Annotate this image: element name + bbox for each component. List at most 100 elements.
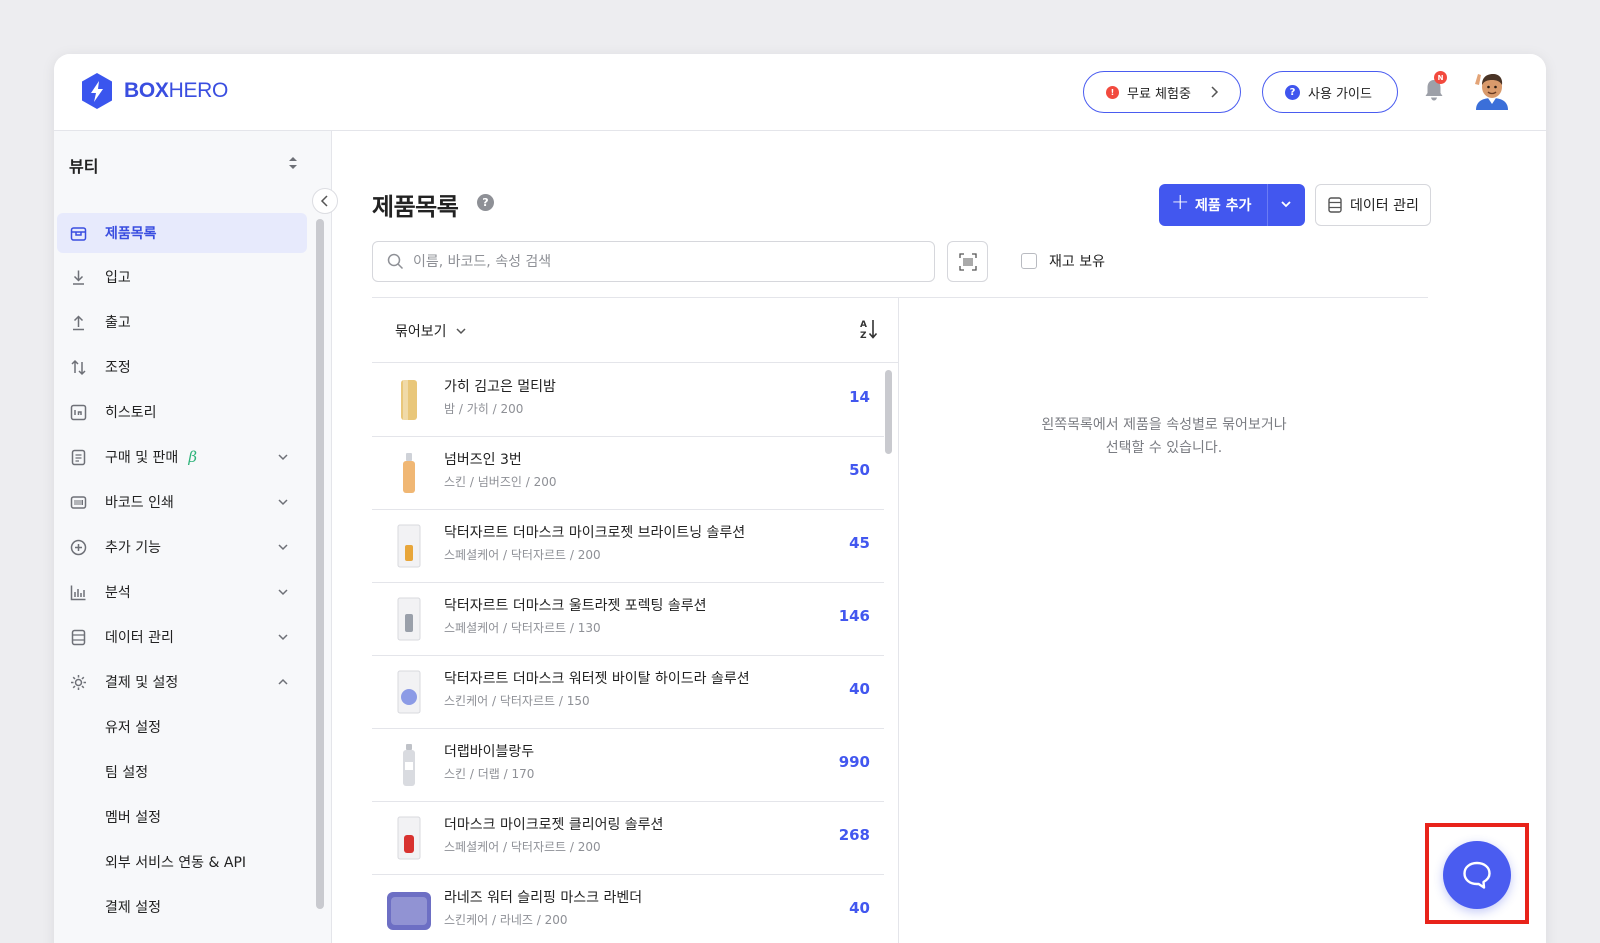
- search-input[interactable]: [413, 242, 923, 281]
- product-attributes: 스페셜케어 / 닥터자르트 / 200: [444, 840, 601, 854]
- sidebar-subitem-member-settings[interactable]: 멤버 설정: [105, 807, 161, 827]
- free-trial-button[interactable]: ! 무료 체험중: [1083, 71, 1241, 113]
- product-name: 더마스크 마이크로젯 클리어링 솔루션: [444, 817, 664, 833]
- product-list-scrollbar[interactable]: [885, 370, 892, 454]
- app-window: BOXHERO ! 무료 체험중 ? 사용 가이드 N 뷰티 제품목록 입고 출…: [54, 54, 1546, 943]
- sidebar-subitem-billing[interactable]: 결제 설정: [105, 897, 161, 917]
- empty-state-message: 왼쪽목록에서 제품을 속성별로 묶어보거나 선택할 수 있습니다.: [899, 414, 1429, 460]
- search-icon: [387, 253, 404, 270]
- product-thumbnail: [386, 665, 432, 719]
- table-row[interactable]: 라네즈 워터 슬리핑 마스크 라벤더 스킨케어 / 라네즈 / 200 40: [372, 875, 884, 943]
- database-icon: [71, 629, 86, 645]
- product-list-panel: 묶어보기 A Z 가히 김고은 멀티밤 밤 / 가히 / 200 14 넘버즈인…: [372, 297, 898, 943]
- product-name: 닥터자르트 더마스크 마이크로젯 브라이트닝 솔루션: [444, 525, 746, 541]
- product-thumbnail: [386, 373, 432, 427]
- chevron-down-icon[interactable]: [1279, 197, 1293, 211]
- product-attributes: 스킨 / 넘버즈인 / 200: [444, 475, 557, 489]
- chart-icon: [70, 585, 86, 600]
- sidebar-item-label: 구매 및 판매 β: [105, 448, 197, 466]
- database-icon: [1328, 197, 1342, 213]
- arrow-down-icon: [73, 270, 84, 285]
- sidebar-item-adjust[interactable]: 조정: [54, 347, 310, 387]
- button-divider: [1267, 184, 1268, 226]
- workspace-switch-icon[interactable]: [288, 155, 298, 171]
- table-row[interactable]: 가히 김고은 멀티밤 밤 / 가히 / 200 14: [372, 364, 884, 437]
- chevron-down-icon: [278, 454, 288, 461]
- sidebar-subitem-team-settings[interactable]: 팀 설정: [105, 762, 148, 782]
- product-name: 넘버즈인 3번: [444, 452, 522, 468]
- chevron-down-icon: [456, 328, 466, 335]
- sidebar-item-purchase-sales[interactable]: 구매 및 판매 β: [54, 437, 310, 477]
- table-row[interactable]: 더마스크 마이크로젯 클리어링 솔루션 스페셜케어 / 닥터자르트 / 200 …: [372, 802, 884, 875]
- sidebar-collapse-button[interactable]: [312, 188, 338, 214]
- sidebar-item-inbound[interactable]: 입고: [54, 257, 310, 297]
- product-thumbnail: [386, 592, 432, 646]
- svg-text:A: A: [860, 320, 867, 330]
- group-by-bar: 묶어보기 A Z: [372, 298, 898, 363]
- sidebar-subitem-user-settings[interactable]: 유저 설정: [105, 717, 161, 737]
- sidebar-item-label: 조정: [105, 360, 131, 376]
- product-quantity: 268: [838, 826, 870, 844]
- product-name: 닥터자르트 더마스크 워터젯 바이탈 하이드라 솔루션: [444, 671, 750, 687]
- product-name: 더랩바이블랑두: [444, 744, 535, 760]
- chat-support-button[interactable]: [1443, 841, 1511, 909]
- chevron-down-icon: [278, 499, 288, 506]
- sidebar-item-outbound[interactable]: 출고: [54, 302, 310, 342]
- sidebar-item-billing-settings[interactable]: 결제 및 설정: [54, 662, 310, 702]
- add-product-button[interactable]: + 제품 추가: [1159, 184, 1305, 226]
- group-by-dropdown[interactable]: 묶어보기: [395, 321, 467, 341]
- sidebar-item-products[interactable]: 제품목록: [57, 213, 307, 253]
- product-quantity: 50: [849, 461, 870, 479]
- product-attributes: 밤 / 가히 / 200: [444, 402, 524, 416]
- sidebar-item-label: 제품목록: [105, 226, 157, 242]
- table-row[interactable]: 더랩바이블랑두 스킨 / 더랩 / 170 990: [372, 729, 884, 802]
- product-thumbnail: [386, 446, 432, 500]
- user-avatar[interactable]: [1472, 70, 1512, 112]
- in-stock-filter[interactable]: 재고 보유: [1021, 251, 1105, 271]
- sidebar-item-extra-features[interactable]: 추가 기능: [54, 527, 310, 567]
- data-management-label: 데이터 관리: [1350, 198, 1419, 214]
- product-attributes: 스킨 / 더랩 / 170: [444, 767, 535, 781]
- empty-state-line-1: 왼쪽목록에서 제품을 속성별로 묶어보거나: [1041, 417, 1287, 433]
- sidebar-item-data-management[interactable]: 데이터 관리: [54, 617, 310, 657]
- barcode-scan-button[interactable]: [947, 241, 988, 282]
- in-stock-checkbox[interactable]: [1021, 253, 1037, 269]
- workspace-name[interactable]: 뷰티: [69, 153, 98, 177]
- sidebar-scrollbar[interactable]: [316, 219, 324, 909]
- box-icon: [70, 226, 87, 241]
- top-header: BOXHERO ! 무료 체험중 ? 사용 가이드 N: [54, 54, 1546, 131]
- product-detail-panel: 왼쪽목록에서 제품을 속성별로 묶어보거나 선택할 수 있습니다.: [898, 297, 1428, 943]
- sidebar-subitem-integrations-api[interactable]: 외부 서비스 연동 & API: [105, 852, 246, 872]
- swap-icon: [71, 359, 86, 375]
- sort-icon[interactable]: A Z: [859, 318, 879, 340]
- table-row[interactable]: 넘버즈인 3번 스킨 / 넘버즈인 / 200 50: [372, 437, 884, 510]
- product-attributes: 스페셜케어 / 닥터자르트 / 200: [444, 548, 601, 562]
- arrow-up-icon: [73, 314, 84, 330]
- sidebar-item-history[interactable]: 히스토리: [54, 392, 310, 432]
- sidebar-item-label: 결제 및 설정: [105, 675, 179, 691]
- chevron-up-icon: [278, 678, 288, 685]
- help-icon[interactable]: ?: [477, 194, 494, 211]
- product-thumbnail: [386, 519, 432, 573]
- beta-badge: β: [188, 448, 197, 466]
- user-guide-button[interactable]: ? 사용 가이드: [1262, 71, 1398, 113]
- sidebar-item-barcode-print[interactable]: 바코드 인쇄: [54, 482, 310, 522]
- product-quantity: 146: [838, 607, 870, 625]
- product-quantity: 14: [849, 388, 870, 406]
- table-row[interactable]: 닥터자르트 더마스크 마이크로젯 브라이트닝 솔루션 스페셜케어 / 닥터자르트…: [372, 510, 884, 583]
- data-management-button[interactable]: 데이터 관리: [1315, 184, 1431, 226]
- sidebar-item-label: 입고: [105, 270, 131, 286]
- table-row[interactable]: 닥터자르트 더마스크 울트라젯 포렉팅 솔루션 스페셜케어 / 닥터자르트 / …: [372, 583, 884, 656]
- empty-state-line-2: 선택할 수 있습니다.: [1105, 440, 1223, 456]
- table-row[interactable]: 닥터자르트 더마스크 워터젯 바이탈 하이드라 솔루션 스킨케어 / 닥터자르트…: [372, 656, 884, 729]
- barcode-scan-icon: [958, 252, 977, 271]
- group-by-label: 묶어보기: [395, 324, 447, 340]
- product-thumbnail: [386, 738, 432, 792]
- in-stock-label: 재고 보유: [1049, 254, 1105, 270]
- boxhero-logo[interactable]: BOXHERO: [80, 72, 228, 110]
- sidebar-item-analytics[interactable]: 분석: [54, 572, 310, 612]
- chevron-right-icon: [1211, 86, 1218, 98]
- product-quantity: 45: [849, 534, 870, 552]
- product-attributes: 스킨케어 / 닥터자르트 / 150: [444, 694, 590, 708]
- logo-text: BOXHERO: [124, 79, 229, 102]
